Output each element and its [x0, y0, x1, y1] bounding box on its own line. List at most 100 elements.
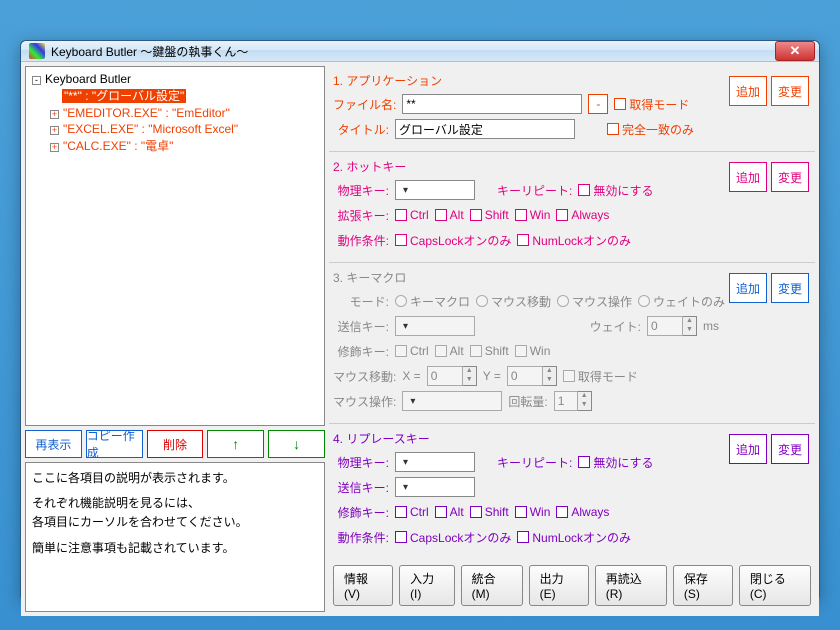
win-checkbox[interactable]: Win [515, 208, 551, 222]
win-checkbox[interactable]: Win [515, 505, 551, 519]
minus-button[interactable]: - [588, 94, 608, 114]
mode-mousemove-radio[interactable]: マウス移動 [476, 293, 551, 310]
change-button[interactable]: 変更 [771, 434, 809, 464]
info-button[interactable]: 情報(V) [333, 565, 393, 606]
tree-item[interactable]: "**" : "グローバル設定" [50, 88, 318, 105]
sendkey-combo[interactable] [395, 477, 475, 497]
rotation-spinner[interactable]: ▲▼ [554, 391, 592, 411]
close-button[interactable]: 閉じる(C) [739, 565, 811, 606]
delete-button[interactable]: 削除 [147, 430, 204, 458]
sections: 1. アプリケーション ファイル名: - 取得モード タイトル: 完全一致のみ [329, 66, 815, 559]
right-column: 1. アプリケーション ファイル名: - 取得モード タイトル: 完全一致のみ [329, 66, 815, 612]
merge-button[interactable]: 統合(M) [461, 565, 523, 606]
help-line: 簡単に注意事項も記載されています。 [32, 539, 318, 558]
tree-root[interactable]: -Keyboard Butler [32, 71, 318, 88]
extkey-label: 拡張キー: [333, 207, 389, 224]
ctrl-checkbox[interactable]: Ctrl [395, 505, 429, 519]
ctrl-checkbox[interactable]: Ctrl [395, 344, 429, 358]
change-button[interactable]: 変更 [771, 162, 809, 192]
shift-checkbox[interactable]: Shift [470, 344, 509, 358]
titlebar[interactable]: Keyboard Butler ～鍵盤の執事くん～ ✕ [21, 41, 819, 61]
section-keymacro: 3. キーマクロ モード: キーマクロ マウス移動 マウス操作 ウェイトのみ 送… [329, 263, 815, 424]
expand-icon[interactable]: + [50, 126, 59, 135]
move-up-button[interactable]: ↑ [207, 430, 264, 458]
bottom-buttons: 情報(V) 入力(I) 統合(M) 出力(E) 再読込(R) 保存(S) 閉じる… [329, 559, 815, 612]
sendkey-label: 送信キー: [333, 479, 389, 496]
alt-checkbox[interactable]: Alt [435, 344, 464, 358]
acquire-mode-checkbox[interactable]: 取得モード [563, 368, 638, 385]
tree-item[interactable]: +"CALC.EXE" : "電卓" [50, 138, 318, 155]
mouseop-combo[interactable] [402, 391, 502, 411]
shift-checkbox[interactable]: Shift [470, 505, 509, 519]
mode-label: モード: [333, 293, 389, 310]
cond-label: 動作条件: [333, 232, 389, 249]
section-application: 1. アプリケーション ファイル名: - 取得モード タイトル: 完全一致のみ [329, 66, 815, 152]
physkey-label: 物理キー: [333, 454, 389, 471]
exact-match-checkbox[interactable]: 完全一致のみ [607, 121, 694, 138]
win-checkbox[interactable]: Win [515, 344, 551, 358]
title-label: タイトル: [333, 121, 389, 138]
mode-mouseop-radio[interactable]: マウス操作 [557, 293, 632, 310]
alt-checkbox[interactable]: Alt [435, 505, 464, 519]
left-column: -Keyboard Butler "**" : "グローバル設定" +"EMED… [25, 66, 325, 612]
app-icon [29, 43, 45, 59]
add-button[interactable]: 追加 [729, 162, 767, 192]
physkey-combo[interactable] [395, 180, 475, 200]
x-spinner[interactable]: ▲▼ [427, 366, 477, 386]
numlock-checkbox[interactable]: NumLockオンのみ [517, 232, 631, 249]
output-button[interactable]: 出力(E) [529, 565, 589, 606]
reload-button[interactable]: 再読込(R) [595, 565, 667, 606]
copy-button[interactable]: コピー作成 [86, 430, 143, 458]
add-button[interactable]: 追加 [729, 434, 767, 464]
change-button[interactable]: 変更 [771, 76, 809, 106]
wait-spinner[interactable]: ▲▼ [647, 316, 697, 336]
mouseop-label: マウス操作: [333, 393, 396, 410]
section-hotkey: 2. ホットキー 物理キー: キーリピート: 無効にする 拡張キー: Ctrl … [329, 152, 815, 263]
close-icon[interactable]: ✕ [775, 41, 815, 61]
client-area: -Keyboard Butler "**" : "グローバル設定" +"EMED… [21, 61, 819, 616]
cond-label: 動作条件: [333, 529, 389, 546]
expand-icon[interactable]: + [50, 143, 59, 152]
shift-checkbox[interactable]: Shift [470, 208, 509, 222]
change-button[interactable]: 変更 [771, 273, 809, 303]
filename-input[interactable] [402, 94, 582, 114]
keyrepeat-label: キーリピート: [497, 454, 572, 471]
help-panel: ここに各項目の説明が表示されます。 それぞれ機能説明を見るには、 各項目にカーソ… [25, 462, 325, 612]
add-button[interactable]: 追加 [729, 273, 767, 303]
disable-checkbox[interactable]: 無効にする [578, 182, 653, 199]
title-input[interactable] [395, 119, 575, 139]
mousemove-label: マウス移動: [333, 368, 396, 385]
move-down-button[interactable]: ↓ [268, 430, 325, 458]
wait-label: ウェイト: [590, 318, 641, 335]
tree-item[interactable]: +"EMEDITOR.EXE" : "EmEditor" [50, 105, 318, 122]
capslock-checkbox[interactable]: CapsLockオンのみ [395, 529, 511, 546]
app-window: Keyboard Butler ～鍵盤の執事くん～ ✕ -Keyboard Bu… [20, 40, 820, 600]
numlock-checkbox[interactable]: NumLockオンのみ [517, 529, 631, 546]
window-title: Keyboard Butler ～鍵盤の執事くん～ [51, 43, 775, 60]
capslock-checkbox[interactable]: CapsLockオンのみ [395, 232, 511, 249]
alt-checkbox[interactable]: Alt [435, 208, 464, 222]
acquire-mode-checkbox[interactable]: 取得モード [614, 96, 689, 113]
tree-view[interactable]: -Keyboard Butler "**" : "グローバル設定" +"EMED… [25, 66, 325, 426]
save-button[interactable]: 保存(S) [673, 565, 733, 606]
tree-item[interactable]: +"EXCEL.EXE" : "Microsoft Excel" [50, 121, 318, 138]
tree-buttons: 再表示 コピー作成 削除 ↑ ↓ [25, 430, 325, 458]
collapse-icon[interactable]: - [32, 76, 41, 85]
always-checkbox[interactable]: Always [556, 208, 609, 222]
disable-checkbox[interactable]: 無効にする [578, 454, 653, 471]
mode-waitonly-radio[interactable]: ウェイトのみ [638, 293, 725, 310]
modkey-label: 修飾キー: [333, 504, 389, 521]
mode-keymacro-radio[interactable]: キーマクロ [395, 293, 470, 310]
help-line: ここに各項目の説明が表示されます。 [32, 469, 318, 488]
y-spinner[interactable]: ▲▼ [507, 366, 557, 386]
input-button[interactable]: 入力(I) [399, 565, 455, 606]
physkey-label: 物理キー: [333, 182, 389, 199]
add-button[interactable]: 追加 [729, 76, 767, 106]
redisplay-button[interactable]: 再表示 [25, 430, 82, 458]
modkey-label: 修飾キー: [333, 343, 389, 360]
sendkey-combo[interactable] [395, 316, 475, 336]
expand-icon[interactable]: + [50, 110, 59, 119]
always-checkbox[interactable]: Always [556, 505, 609, 519]
ctrl-checkbox[interactable]: Ctrl [395, 208, 429, 222]
physkey-combo[interactable] [395, 452, 475, 472]
